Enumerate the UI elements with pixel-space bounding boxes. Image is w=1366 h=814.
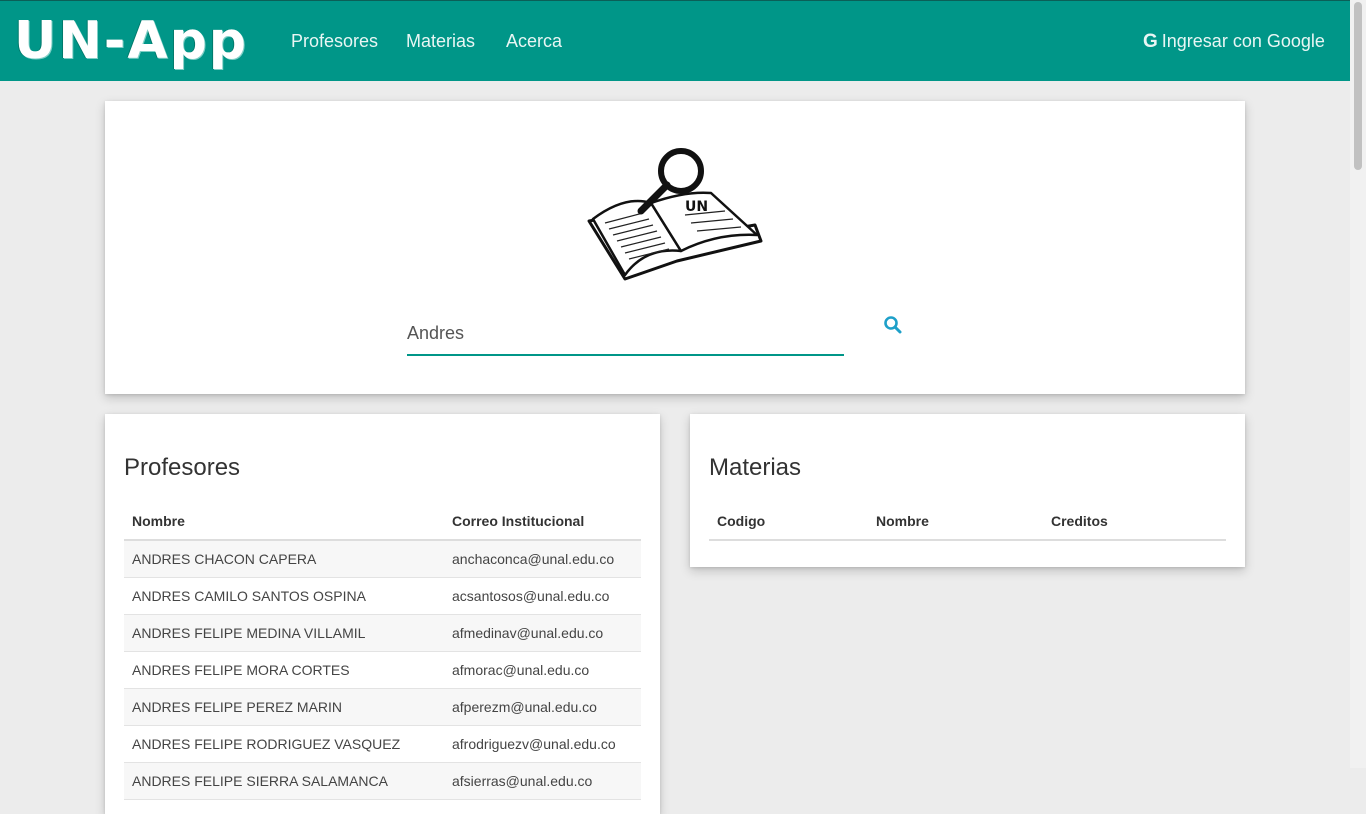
navbar: UN-App Profesores Materias Acerca G Ingre… [0,0,1350,81]
materias-title: Materias [709,454,802,481]
profesor-name: ANDRES CHACON CAPERA [124,540,444,578]
column-header-codigo: Codigo [709,503,868,541]
profesor-email: afperezm@unal.edu.co [444,688,641,726]
table-row[interactable]: ANDRES FELIPE MEDINA VILLAMIL afmedinav@… [124,614,641,652]
materias-header-row: Codigo Nombre Creditos [709,503,1226,541]
search-icon[interactable] [883,315,903,335]
search-input[interactable] [407,319,844,356]
profesor-email: afmedinav@unal.edu.co [444,614,641,652]
book-logo-text: UN [685,199,708,215]
profesores-table: Nombre Correo Institucional ANDRES CHACO… [124,503,641,800]
table-row[interactable]: ANDRES FELIPE RODRIGUEZ VASQUEZ afrodrig… [124,725,641,763]
profesor-email: afmorac@unal.edu.co [444,651,641,689]
nav-link-materias[interactable]: Materias [406,29,475,53]
profesor-name: ANDRES FELIPE RODRIGUEZ VASQUEZ [124,725,444,763]
profesor-name: ANDRES CAMILO SANTOS OSPINA [124,577,444,615]
table-row[interactable]: ANDRES FELIPE PEREZ MARIN afperezm@unal.… [124,688,641,726]
column-header-creditos: Creditos [1043,503,1226,541]
table-row[interactable]: ANDRES CHACON CAPERA anchaconca@unal.edu… [124,540,641,578]
column-header-nombre: Nombre [124,503,444,541]
book-magnifier-icon: UN [587,148,763,281]
profesor-email: acsantosos@unal.edu.co [444,577,641,615]
materias-table: Codigo Nombre Creditos [709,503,1226,541]
column-header-correo: Correo Institucional [444,503,641,541]
google-login-button[interactable]: G Ingresar con Google [1143,29,1325,54]
scrollbar-thumb[interactable] [1354,2,1362,170]
profesores-header-row: Nombre Correo Institucional [124,503,641,541]
app-logo[interactable]: UN-App [14,11,264,71]
google-icon: G [1143,31,1158,52]
profesor-email: afrodriguezv@unal.edu.co [444,725,641,763]
profesor-name: ANDRES FELIPE MORA CORTES [124,651,444,689]
table-row[interactable]: ANDRES CAMILO SANTOS OSPINA acsantosos@u… [124,577,641,615]
profesor-name: ANDRES FELIPE MEDINA VILLAMIL [124,614,444,652]
column-header-nombre: Nombre [868,503,1043,541]
table-row[interactable]: ANDRES FELIPE MORA CORTES afmorac@unal.e… [124,651,641,689]
search-card: UN [105,101,1245,394]
profesores-card: Profesores Nombre Correo Institucional A… [105,414,660,814]
materias-card: Materias Codigo Nombre Creditos [690,414,1245,567]
page-scrollbar[interactable] [1350,0,1366,768]
profesores-title: Profesores [124,454,241,481]
nav-link-acerca[interactable]: Acerca [506,29,562,53]
profesor-name: ANDRES FELIPE PEREZ MARIN [124,688,444,726]
profesor-email: anchaconca@unal.edu.co [444,540,641,578]
nav-link-profesores[interactable]: Profesores [291,29,378,53]
google-login-label: Ingresar con Google [1161,31,1325,51]
